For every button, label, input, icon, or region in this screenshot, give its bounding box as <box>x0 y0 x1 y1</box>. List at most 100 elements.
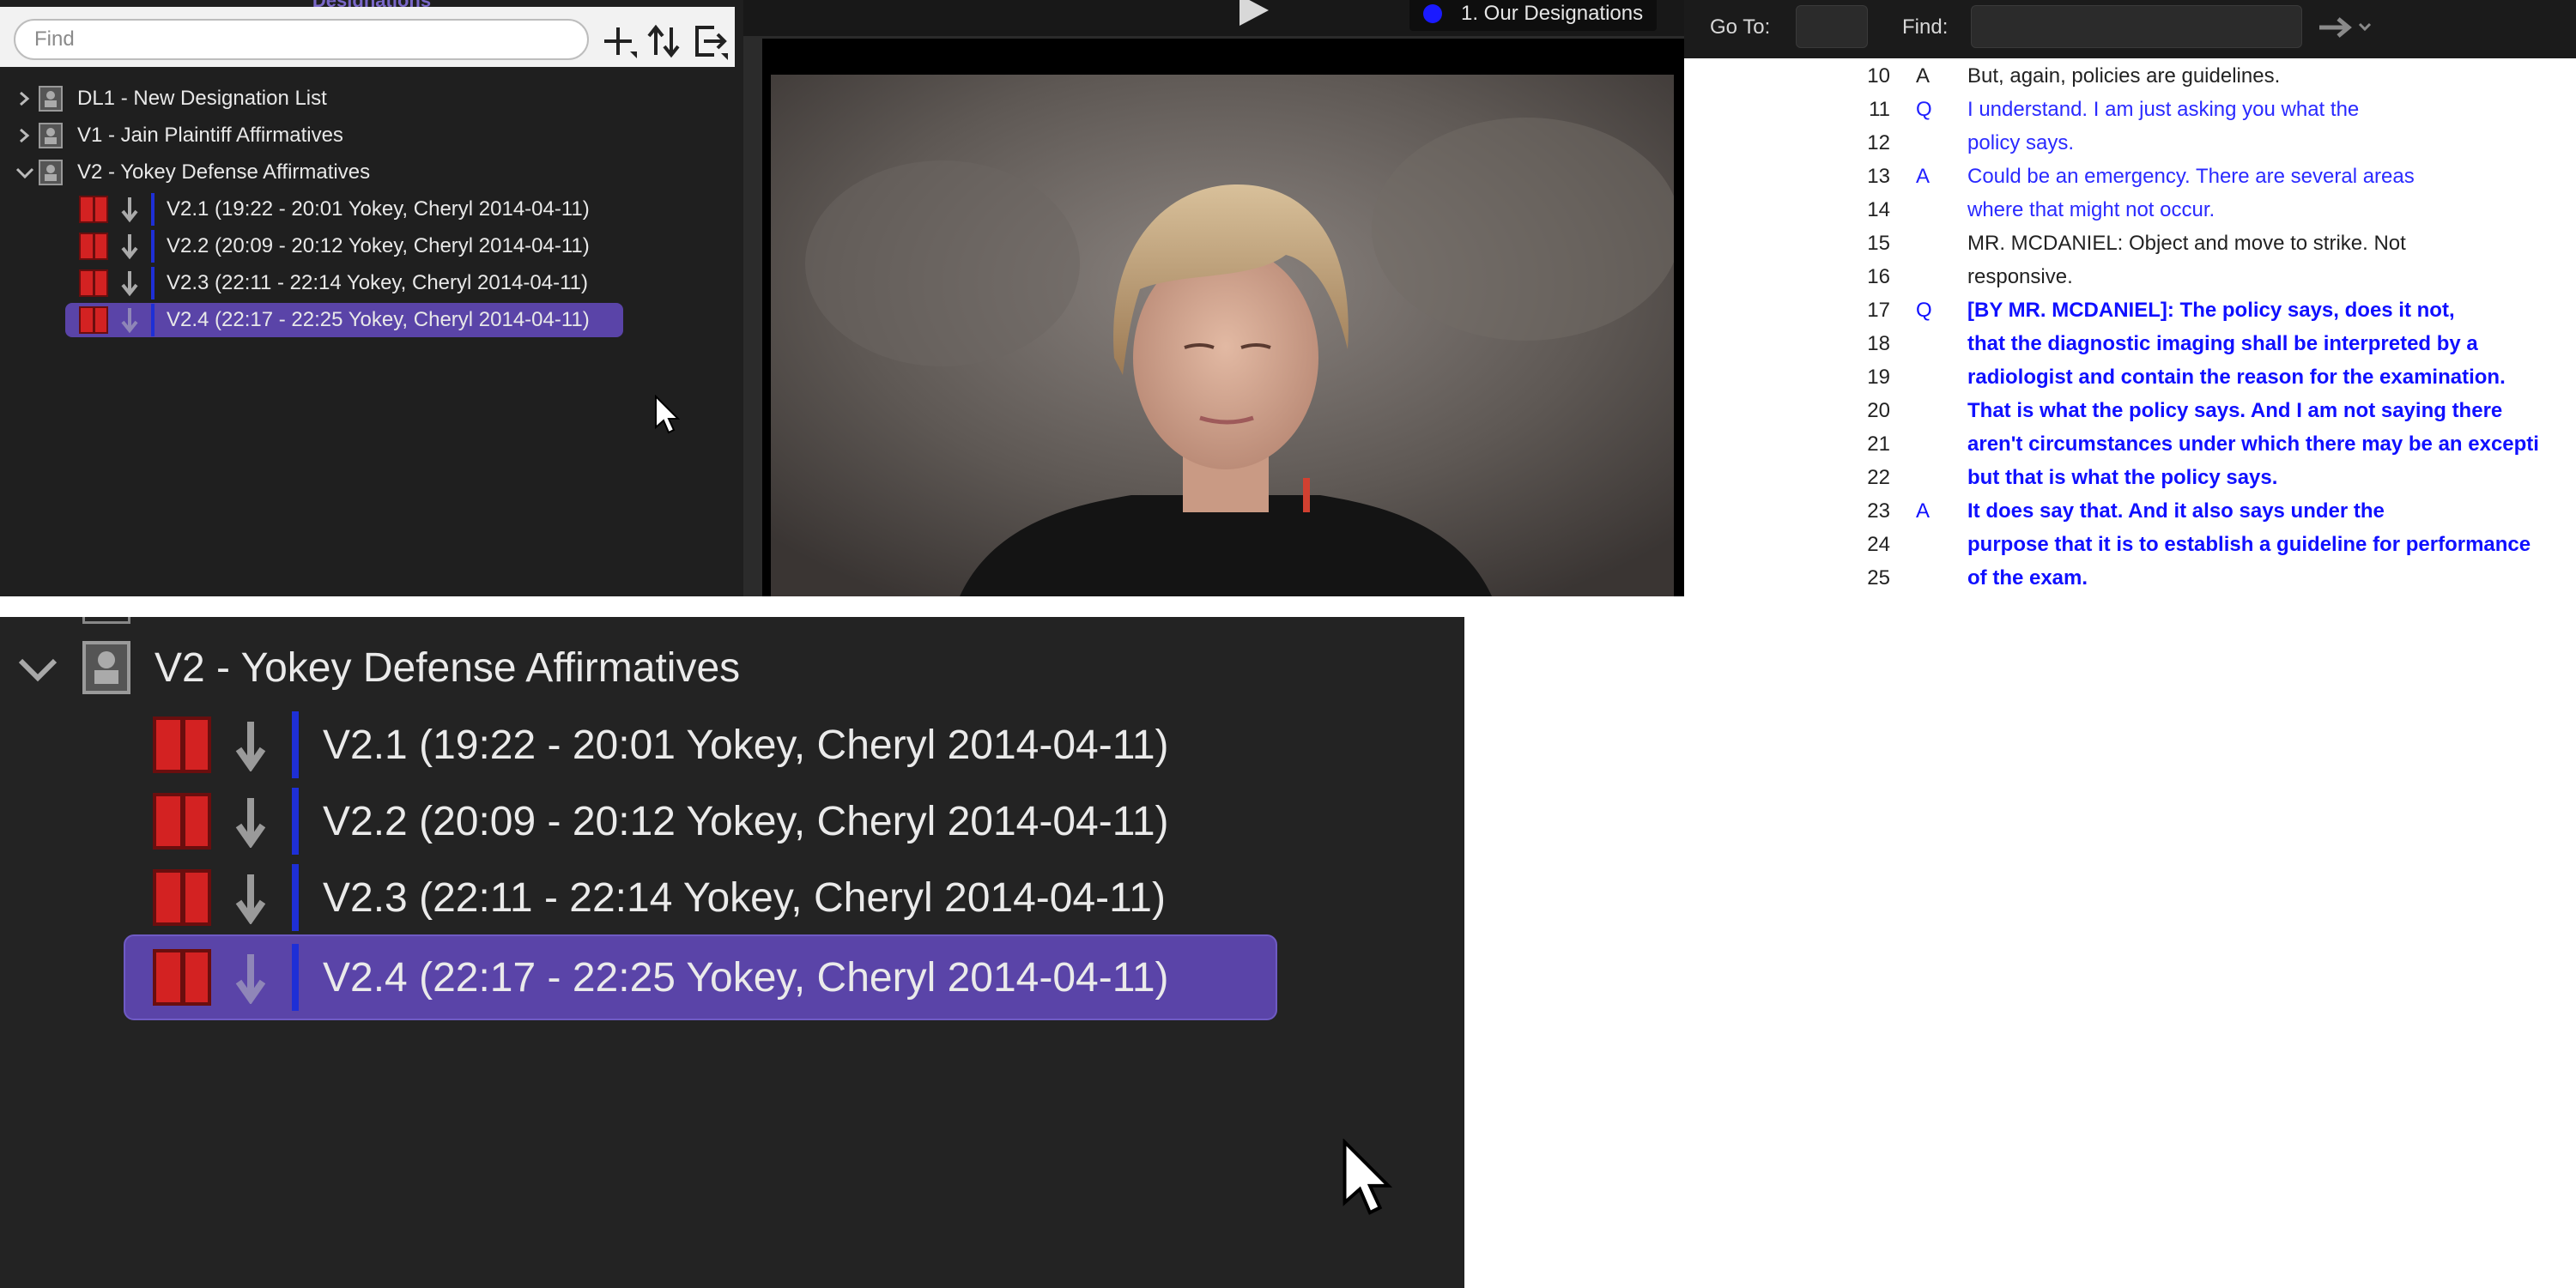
zoom-designation-item-v2-1[interactable]: V2.1 (19:22 - 20:01 Yokey, Cheryl 2014-0… <box>153 711 1169 778</box>
line-number: 17 <box>1867 299 1890 322</box>
partial-icon <box>82 617 130 624</box>
line-number: 23 <box>1867 499 1890 523</box>
goto-input[interactable] <box>1796 5 1868 48</box>
line-text: responsive. <box>1967 265 2073 288</box>
dropdown-caret-icon[interactable] <box>2357 21 2373 33</box>
line-text: radiologist and contain the reason for t… <box>1967 366 2506 389</box>
arrow-down-icon[interactable] <box>230 718 271 771</box>
transcript-line[interactable]: 25 of the exam. <box>1684 562 2576 595</box>
play-icon[interactable] <box>1234 0 1272 27</box>
zoom-tree-item-v2[interactable]: V2 - Yokey Defense Affirmatives <box>12 634 740 701</box>
clip-color-marker <box>79 306 108 334</box>
transcript-line[interactable]: 13 A Could be an emergency. There are seve… <box>1684 160 2576 193</box>
find-label: Find: <box>1902 15 1949 39</box>
video-frame[interactable] <box>762 39 1684 596</box>
transcript-line[interactable]: 23 A It does say that. And it also says un… <box>1684 495 2576 528</box>
transcript-line[interactable]: 12 policy says. <box>1684 127 2576 160</box>
add-icon[interactable] <box>601 22 639 60</box>
tree-item-v1[interactable]: V1 - Jain Plaintiff Affirmatives <box>12 118 343 153</box>
designation-label: V2.2 (20:09 - 20:12 Yokey, Cheryl 2014-0… <box>167 234 590 257</box>
transcript-line[interactable]: 24 purpose that it is to establish a guid… <box>1684 529 2576 561</box>
transcript-line[interactable]: 16 responsive. <box>1684 261 2576 293</box>
arrow-down-icon[interactable] <box>230 951 271 1004</box>
line-text: [BY MR. MCDANIEL]: The policy says, does… <box>1967 299 2455 322</box>
goto-label: Go To: <box>1710 15 1771 39</box>
line-text: policy says. <box>1967 131 2075 154</box>
transcript-line[interactable]: 14 where that might not occur. <box>1684 194 2576 227</box>
zoom-designation-item-v2-4[interactable]: V2.4 (22:17 - 22:25 Yokey, Cheryl 2014-0… <box>124 934 1277 1020</box>
line-number: 20 <box>1867 399 1890 422</box>
line-text: I understand. I am just asking you what … <box>1967 98 2360 121</box>
chevron-right-icon[interactable] <box>12 82 38 116</box>
transcript-find-input[interactable] <box>1971 5 2302 48</box>
video-panel: 1. Our Designations <box>743 0 1684 596</box>
zoom-designation-label: V2.4 (22:17 - 22:25 Yokey, Cheryl 2014-0… <box>323 954 1169 1001</box>
clip-color-marker <box>153 869 211 926</box>
line-number: 21 <box>1867 432 1890 456</box>
line-text: Could be an emergency. There are several… <box>1967 165 2415 188</box>
designation-bar <box>151 267 155 299</box>
line-text: It does say that. And it also says under… <box>1967 499 2385 523</box>
chevron-down-icon[interactable] <box>12 642 64 693</box>
tree-item-label: DL1 - New Designation List <box>77 87 327 110</box>
video-image <box>771 75 1674 596</box>
tree-item-label: V2 - Yokey Defense Affirmatives <box>77 160 371 184</box>
sort-icon[interactable] <box>646 22 683 60</box>
arrow-down-icon[interactable] <box>118 269 141 297</box>
designation-item-v2-3[interactable]: V2.3 (22:11 - 22:14 Yokey, Cheryl 2014-0… <box>79 266 611 300</box>
clip-color-marker <box>153 793 211 850</box>
badge-label: 1. Our Designations <box>1461 2 1644 25</box>
designation-bar <box>292 788 299 855</box>
chevron-right-icon[interactable] <box>12 118 38 153</box>
arrow-down-icon[interactable] <box>118 233 141 260</box>
line-number: 16 <box>1867 265 1890 288</box>
designation-label: V2.3 (22:11 - 22:14 Yokey, Cheryl 2014-0… <box>167 271 588 294</box>
find-input[interactable] <box>14 19 589 60</box>
transcript-line[interactable]: 19 radiologist and contain the reason for… <box>1684 361 2576 394</box>
deposition-list-icon <box>82 641 130 694</box>
clip-color-marker <box>79 269 108 297</box>
designation-bar <box>292 711 299 778</box>
zoomed-designations-panel: V2 - Yokey Defense Affirmatives V2.1 (19… <box>0 617 1464 1288</box>
transcript-line[interactable]: 20 That is what the policy says. And I am… <box>1684 395 2576 427</box>
line-number: 12 <box>1867 131 1890 154</box>
export-icon[interactable] <box>692 22 730 60</box>
deposition-list-icon <box>39 86 63 112</box>
designation-bar <box>151 193 155 226</box>
line-number: 13 <box>1867 165 1890 188</box>
transcript-line[interactable]: 18 that the diagnostic imaging shall be i… <box>1684 328 2576 360</box>
designation-item-v2-4[interactable]: V2.4 (22:17 - 22:25 Yokey, Cheryl 2014-0… <box>65 303 623 337</box>
designation-bar <box>151 304 155 336</box>
zoom-designation-item-v2-3[interactable]: V2.3 (22:11 - 22:14 Yokey, Cheryl 2014-0… <box>153 864 1166 931</box>
designation-bar <box>292 944 299 1011</box>
designation-badge[interactable]: 1. Our Designations <box>1409 0 1658 31</box>
designation-label: V2.4 (22:17 - 22:25 Yokey, Cheryl 2014-0… <box>167 308 590 331</box>
arrow-down-icon[interactable] <box>118 196 141 223</box>
line-text: But, again, policies are guidelines. <box>1967 64 2281 88</box>
line-number: 19 <box>1867 366 1890 389</box>
deposition-list-icon <box>39 123 63 148</box>
designation-item-v2-1[interactable]: V2.1 (19:22 - 20:01 Yokey, Cheryl 2014-0… <box>79 192 611 227</box>
arrow-down-icon[interactable] <box>230 871 271 924</box>
transcript-line[interactable]: 22 but that is what the policy says. <box>1684 462 2576 494</box>
zoom-designation-item-v2-2[interactable]: V2.2 (20:09 - 20:12 Yokey, Cheryl 2014-0… <box>153 788 1169 855</box>
find-next-arrow-icon[interactable] <box>2318 12 2355 43</box>
tree-item-dl1[interactable]: DL1 - New Designation List <box>12 82 327 116</box>
transcript-line[interactable]: 21 aren't circumstances under which there… <box>1684 428 2576 461</box>
chevron-down-icon[interactable] <box>12 155 38 190</box>
designation-bar <box>292 864 299 931</box>
line-text: MR. MCDANIEL: Object and move to strike.… <box>1967 232 2406 255</box>
transcript-line[interactable]: 17 Q [BY MR. MCDANIEL]: The policy says, d… <box>1684 294 2576 327</box>
tree-item-v2[interactable]: V2 - Yokey Defense Affirmatives <box>12 155 370 190</box>
designation-item-v2-2[interactable]: V2.2 (20:09 - 20:12 Yokey, Cheryl 2014-0… <box>79 229 611 263</box>
line-text: that the diagnostic imaging shall be int… <box>1967 332 2478 355</box>
arrow-down-icon[interactable] <box>230 795 271 848</box>
clip-color-marker <box>153 949 211 1006</box>
transcript-line[interactable]: 15 MR. MCDANIEL: Object and move to strik… <box>1684 227 2576 260</box>
arrow-down-icon[interactable] <box>118 306 141 334</box>
zoom-designation-label: V2.1 (19:22 - 20:01 Yokey, Cheryl 2014-0… <box>323 722 1169 768</box>
line-text: but that is what the policy says. <box>1967 466 2278 489</box>
speaker: A <box>1916 64 1930 88</box>
transcript-line[interactable]: 11 Q I understand. I am just asking you wh… <box>1684 94 2576 126</box>
transcript-line[interactable]: 10 A But, again, policies are guidelines. <box>1684 60 2576 93</box>
